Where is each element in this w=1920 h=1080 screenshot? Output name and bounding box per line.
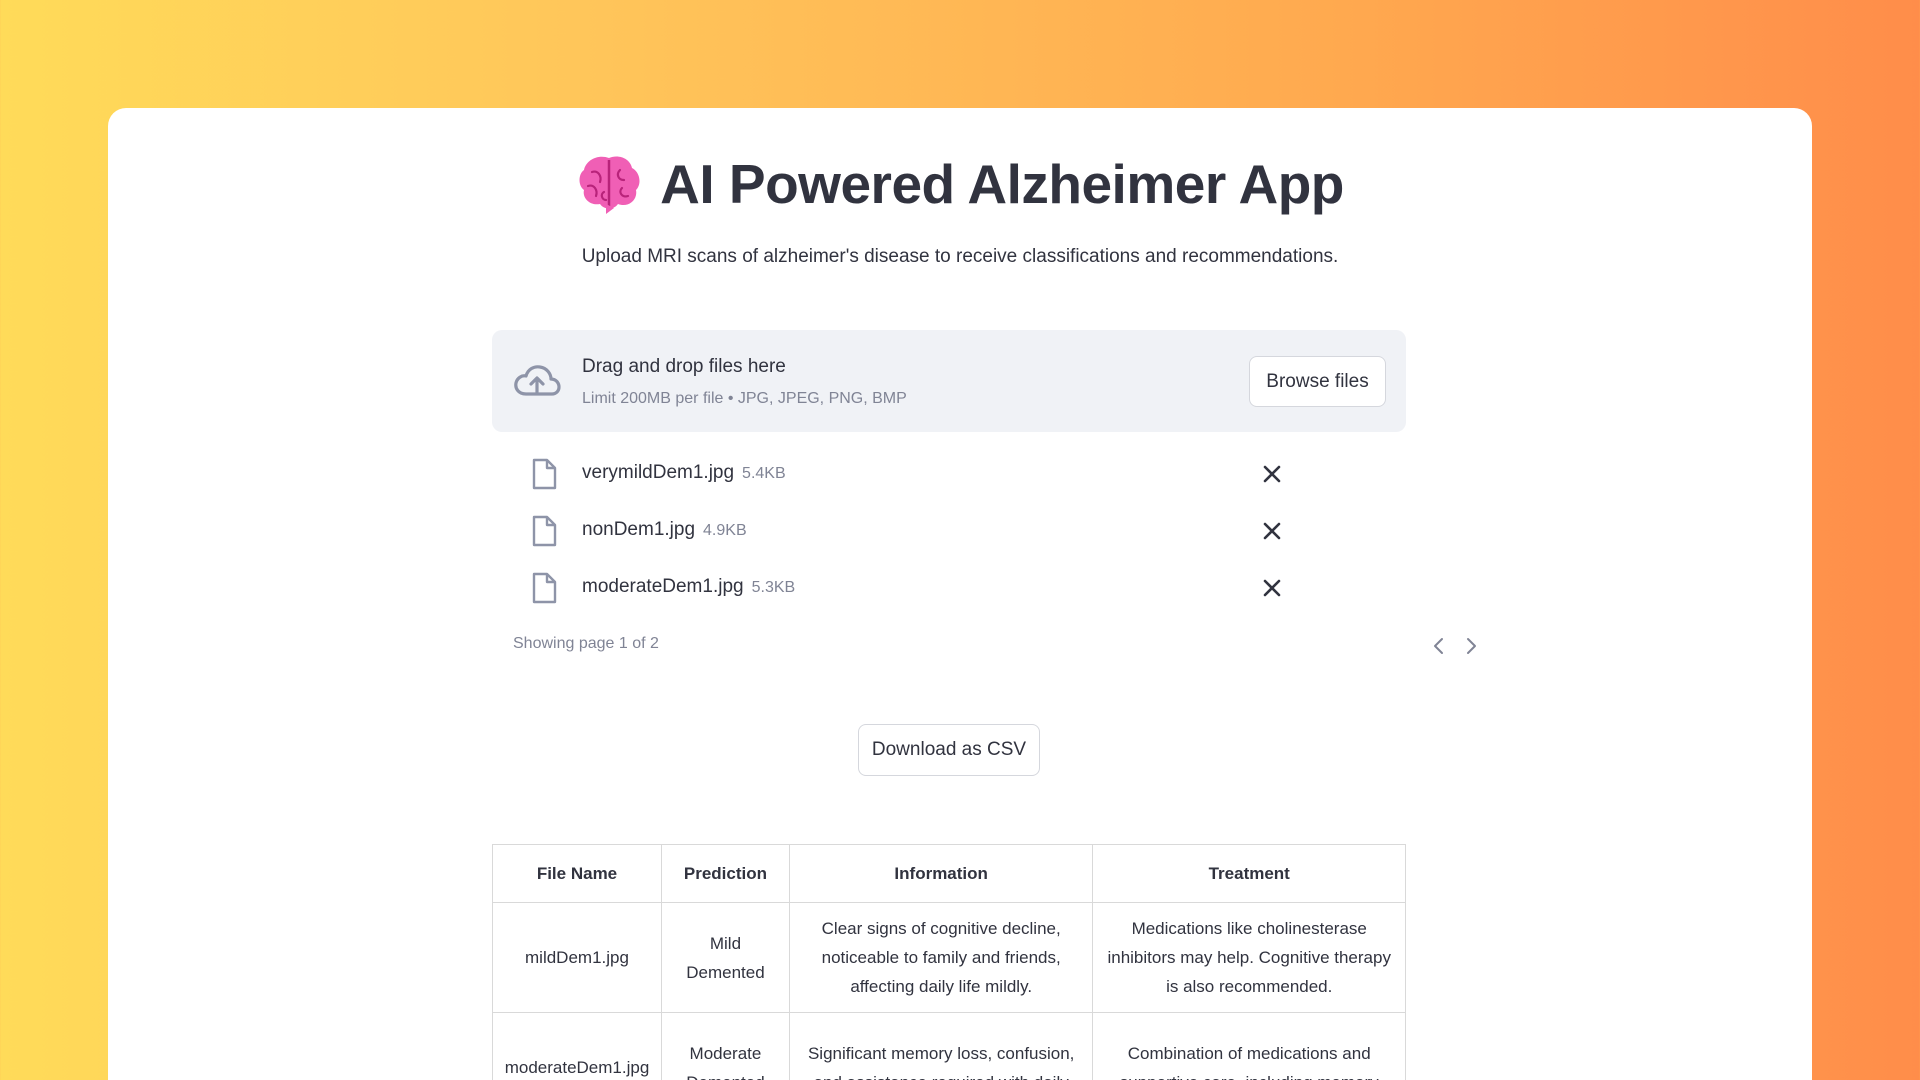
main-card: AI Powered Alzheimer App Upload MRI scan…	[108, 108, 1812, 1080]
file-size: 5.4KB	[742, 465, 786, 482]
file-icon	[532, 515, 557, 547]
table-row: moderateDem1.jpg Moderate Demented Signi…	[492, 1012, 1406, 1080]
table-row: mildDem1.jpg Mild Demented Clear signs o…	[492, 902, 1406, 1013]
page-subtitle: Upload MRI scans of alzheimer's disease …	[581, 246, 1339, 267]
file-name: moderateDem1.jpg 5.3KB	[582, 576, 796, 597]
chevron-left-icon[interactable]	[1430, 635, 1448, 657]
page-title: AI Powered Alzheimer App	[660, 153, 1344, 215]
uploaded-file-item: moderateDem1.jpg 5.3KB	[492, 562, 1406, 614]
table-header-row: File Name Prediction Information Treatme…	[492, 844, 1406, 903]
cell-prediction: Moderate Demented	[660, 1012, 790, 1080]
file-icon	[532, 572, 557, 604]
file-name: nonDem1.jpg 4.9KB	[582, 519, 747, 540]
uploaded-file-item: verymildDem1.jpg 5.4KB	[492, 448, 1406, 500]
close-icon[interactable]	[1262, 521, 1282, 541]
column-header: Information	[788, 844, 1094, 903]
header: AI Powered Alzheimer App	[108, 152, 1812, 216]
dropzone-title: Drag and drop files here	[582, 356, 786, 377]
download-csv-button[interactable]: Download as CSV	[858, 724, 1040, 776]
cell-information: Significant memory loss, confusion, and …	[788, 1012, 1094, 1080]
cloud-upload-icon	[514, 365, 561, 396]
close-icon[interactable]	[1262, 578, 1282, 598]
pagination-status: Showing page 1 of 2	[513, 635, 659, 652]
column-header: Prediction	[660, 844, 790, 903]
close-icon[interactable]	[1262, 464, 1282, 484]
dropzone-limit: Limit 200MB per file • JPG, JPEG, PNG, B…	[582, 390, 907, 407]
cell-treatment: Medications like cholinesterase inhibito…	[1092, 902, 1406, 1013]
file-dropzone[interactable]: Drag and drop files here Limit 200MB per…	[492, 330, 1406, 432]
file-name: verymildDem1.jpg 5.4KB	[582, 462, 786, 483]
column-header: File Name	[492, 844, 662, 903]
chevron-right-icon[interactable]	[1462, 635, 1480, 657]
cell-treatment: Combination of medications and supportiv…	[1092, 1012, 1406, 1080]
file-icon	[532, 458, 557, 490]
cell-information: Clear signs of cognitive decline, notice…	[788, 902, 1094, 1013]
results-table: File Name Prediction Information Treatme…	[492, 844, 1406, 1080]
cell-file-name: moderateDem1.jpg	[492, 1012, 662, 1080]
cell-file-name: mildDem1.jpg	[492, 902, 662, 1013]
file-size: 5.3KB	[751, 579, 796, 596]
cell-prediction: Mild Demented	[660, 902, 790, 1013]
browse-files-button[interactable]: Browse files	[1249, 356, 1386, 407]
brain-icon	[579, 156, 640, 214]
uploaded-file-item: nonDem1.jpg 4.9KB	[492, 505, 1406, 557]
file-size: 4.9KB	[703, 522, 747, 539]
column-header: Treatment	[1092, 844, 1406, 903]
